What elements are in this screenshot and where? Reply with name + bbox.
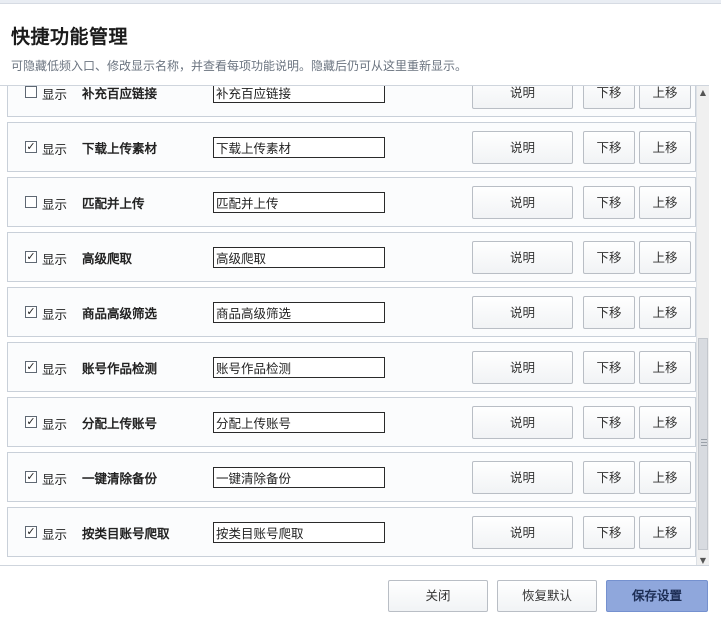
show-label: 显示 (42, 527, 68, 542)
feature-row: ✓ 显示 分配上传账号 说明 下移 上移 (7, 397, 696, 447)
close-button[interactable]: 关闭 (388, 580, 488, 612)
description-button[interactable]: 说明 (472, 461, 573, 494)
feature-row: ✓ 显示 一键清除备份 说明 下移 上移 (7, 452, 696, 502)
feature-list: 显示 补充百应链接 说明 下移 上移 ✓ 显示 下载上传素材 说明 下移 上移 … (0, 85, 709, 566)
move-down-button[interactable]: 下移 (583, 186, 635, 219)
page-title: 快捷功能管理 (11, 26, 129, 48)
display-name-input[interactable] (213, 412, 385, 433)
description-button[interactable]: 说明 (472, 406, 573, 439)
move-down-button[interactable]: 下移 (583, 241, 635, 274)
move-up-button[interactable]: 上移 (639, 406, 691, 439)
show-label: 显示 (42, 417, 68, 432)
move-down-button[interactable]: 下移 (583, 86, 635, 109)
feature-row: ✓ 显示 商品高级筛选 说明 下移 上移 (7, 287, 696, 337)
display-name-input[interactable] (213, 357, 385, 378)
feature-name: 补充百应链接 (82, 86, 158, 101)
show-checkbox[interactable]: ✓ (25, 306, 37, 318)
move-down-button[interactable]: 下移 (583, 131, 635, 164)
page-subtitle: 可隐藏低频入口、修改显示名称，并查看每项功能说明。隐藏后仍可从这里重新显示。 (11, 59, 468, 73)
move-down-button[interactable]: 下移 (583, 296, 635, 329)
show-checkbox[interactable]: ✓ (25, 416, 37, 428)
description-button[interactable]: 说明 (472, 186, 573, 219)
feature-row: ✓ 显示 按类目账号爬取 说明 下移 上移 (7, 507, 696, 557)
description-button[interactable]: 说明 (472, 86, 573, 109)
feature-name: 分配上传账号 (82, 416, 158, 431)
feature-row: ✓ 显示 下载上传素材 说明 下移 上移 (7, 122, 696, 172)
move-up-button[interactable]: 上移 (639, 516, 691, 549)
vertical-scrollbar[interactable]: ▲ ▼ (696, 86, 709, 565)
feature-name: 账号作品检测 (82, 361, 158, 376)
scroll-up-icon[interactable]: ▲ (697, 86, 709, 99)
description-button[interactable]: 说明 (472, 131, 573, 164)
show-checkbox[interactable]: ✓ (25, 526, 37, 538)
display-name-input[interactable] (213, 137, 385, 158)
show-label: 显示 (42, 472, 68, 487)
feature-row: ✓ 显示 高级爬取 说明 下移 上移 (7, 232, 696, 282)
feature-name: 匹配并上传 (82, 196, 145, 211)
show-checkbox[interactable]: ✓ (25, 141, 37, 153)
display-name-input[interactable] (213, 86, 385, 103)
feature-row: 显示 匹配并上传 说明 下移 上移 (7, 177, 696, 227)
move-down-button[interactable]: 下移 (583, 461, 635, 494)
display-name-input[interactable] (213, 247, 385, 268)
feature-row: 显示 补充百应链接 说明 下移 上移 (7, 86, 696, 117)
restore-defaults-button[interactable]: 恢复默认 (497, 580, 597, 612)
feature-row: ✓ 显示 账号作品检测 说明 下移 上移 (7, 342, 696, 392)
description-button[interactable]: 说明 (472, 296, 573, 329)
show-label: 显示 (42, 197, 68, 212)
description-button[interactable]: 说明 (472, 516, 573, 549)
move-down-button[interactable]: 下移 (583, 351, 635, 384)
move-up-button[interactable]: 上移 (639, 86, 691, 109)
description-button[interactable]: 说明 (472, 351, 573, 384)
show-label: 显示 (42, 307, 68, 322)
move-down-button[interactable]: 下移 (583, 516, 635, 549)
feature-name: 一键清除备份 (82, 471, 158, 486)
move-up-button[interactable]: 上移 (639, 461, 691, 494)
show-checkbox[interactable] (25, 196, 37, 208)
display-name-input[interactable] (213, 302, 385, 323)
show-checkbox[interactable]: ✓ (25, 251, 37, 263)
show-checkbox[interactable] (25, 86, 37, 98)
scrollbar-thumb[interactable] (698, 338, 708, 550)
window-top-border (0, 0, 721, 4)
show-checkbox[interactable]: ✓ (25, 361, 37, 373)
move-up-button[interactable]: 上移 (639, 186, 691, 219)
display-name-input[interactable] (213, 192, 385, 213)
move-up-button[interactable]: 上移 (639, 351, 691, 384)
feature-name: 按类目账号爬取 (82, 526, 170, 541)
save-settings-button[interactable]: 保存设置 (606, 580, 708, 612)
move-down-button[interactable]: 下移 (583, 406, 635, 439)
show-label: 显示 (42, 142, 68, 157)
move-up-button[interactable]: 上移 (639, 241, 691, 274)
display-name-input[interactable] (213, 522, 385, 543)
show-label: 显示 (42, 252, 68, 267)
feature-name: 高级爬取 (82, 251, 133, 266)
feature-name: 下载上传素材 (82, 141, 158, 156)
show-label: 显示 (42, 87, 68, 102)
show-checkbox[interactable]: ✓ (25, 471, 37, 483)
scroll-down-icon[interactable]: ▼ (697, 554, 709, 565)
move-up-button[interactable]: 上移 (639, 296, 691, 329)
description-button[interactable]: 说明 (472, 241, 573, 274)
grip-icon (701, 439, 707, 447)
move-up-button[interactable]: 上移 (639, 131, 691, 164)
feature-name: 商品高级筛选 (82, 306, 158, 321)
display-name-input[interactable] (213, 467, 385, 488)
show-label: 显示 (42, 362, 68, 377)
